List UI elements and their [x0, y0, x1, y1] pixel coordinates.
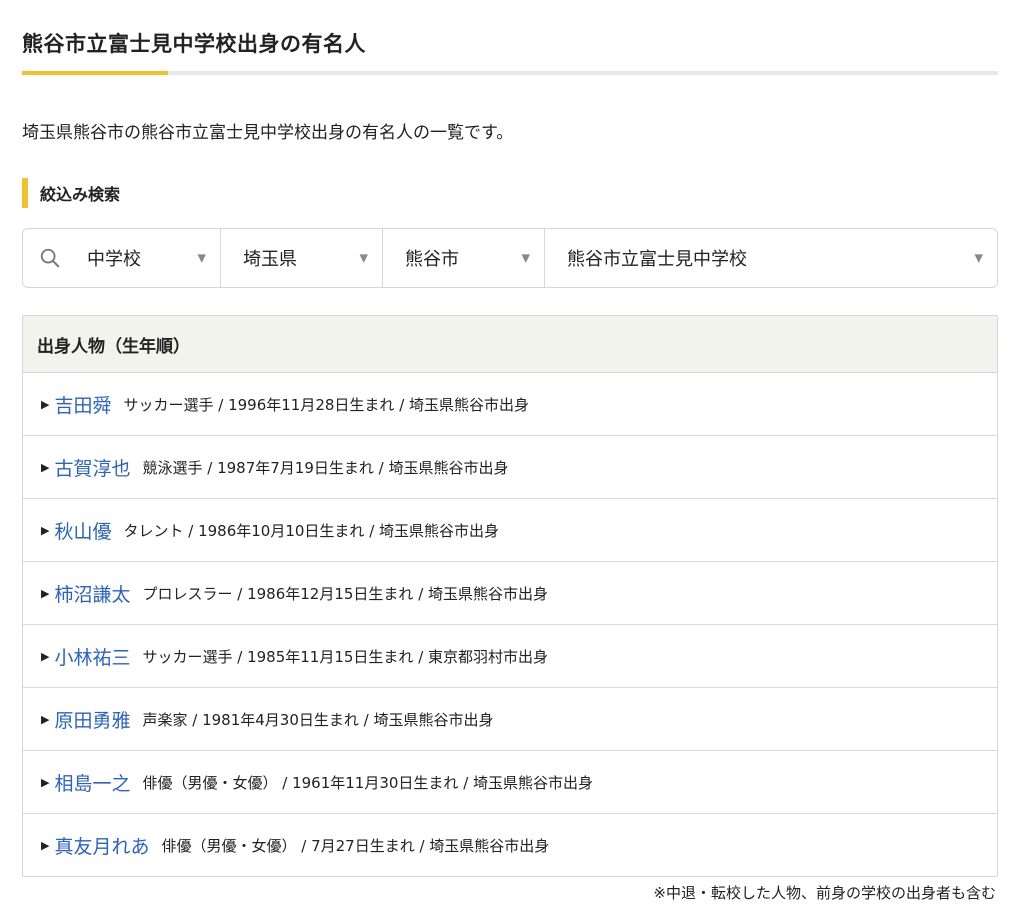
list-item: ▶ 相島一之 俳優（男優・女優） / 1961年11月30日生まれ / 埼玉県熊… [23, 751, 997, 814]
list-item: ▶ 吉田舜 サッカー選手 / 1996年11月28日生まれ / 埼玉県熊谷市出身 [23, 373, 997, 436]
person-info: サッカー選手 / 1985年11月15日生まれ / 東京都羽村市出身 [142, 647, 549, 666]
filter-section-title: 絞込み検索 [22, 178, 120, 208]
person-info: サッカー選手 / 1996年11月28日生まれ / 埼玉県熊谷市出身 [123, 395, 530, 414]
person-link[interactable]: 秋山優 [54, 517, 111, 544]
triangle-right-icon: ▶ [41, 712, 50, 726]
intro-text: 埼玉県熊谷市の熊谷市立富士見中学校出身の有名人の一覧です。 [22, 123, 514, 143]
list-item: ▶ 小林祐三 サッカー選手 / 1985年11月15日生まれ / 東京都羽村市出… [23, 625, 997, 688]
page: 熊谷市立富士見中学校出身の有名人 埼玉県熊谷市の熊谷市立富士見中学校出身の有名人… [0, 0, 1024, 908]
list-item: ▶ 秋山優 タレント / 1986年10月10日生まれ / 埼玉県熊谷市出身 [23, 499, 997, 562]
prefecture-select[interactable]: 埼玉県 ▼ [221, 229, 383, 287]
school-select[interactable]: 熊谷市立富士見中学校 ▼ [545, 229, 997, 287]
person-info: 競泳選手 / 1987年7月19日生まれ / 埼玉県熊谷市出身 [142, 458, 509, 477]
title-underline-accent [22, 71, 168, 75]
caret-down-icon: ▼ [359, 251, 368, 265]
title-underline [22, 71, 998, 75]
list-item: ▶ 古賀淳也 競泳選手 / 1987年7月19日生まれ / 埼玉県熊谷市出身 [23, 436, 997, 499]
footnote: ※中退・転校した人物、前身の学校の出身者も含む [653, 884, 996, 902]
list-item: ▶ 柿沼謙太 プロレスラー / 1986年12月15日生まれ / 埼玉県熊谷市出… [23, 562, 997, 625]
person-link[interactable]: 小林祐三 [54, 643, 130, 670]
caret-down-icon: ▼ [197, 251, 206, 265]
person-info: 声楽家 / 1981年4月30日生まれ / 埼玉県熊谷市出身 [142, 710, 494, 729]
school-type-select[interactable]: 中学校 ▼ [23, 229, 221, 287]
filter-bar: 中学校 ▼ 埼玉県 ▼ 熊谷市 ▼ 熊谷市立富士見中学校 ▼ [22, 228, 998, 288]
triangle-right-icon: ▶ [41, 397, 50, 411]
person-info: 俳優（男優・女優） / 7月27日生まれ / 埼玉県熊谷市出身 [161, 836, 550, 855]
city-select[interactable]: 熊谷市 ▼ [383, 229, 545, 287]
search-icon [40, 248, 60, 268]
city-value: 熊谷市 [405, 249, 459, 270]
filter-section-label: 絞込み検索 [40, 185, 121, 204]
triangle-right-icon: ▶ [41, 775, 50, 789]
alumni-list-header: 出身人物（生年順） [23, 316, 997, 373]
caret-down-icon: ▼ [521, 251, 530, 265]
person-info: タレント / 1986年10月10日生まれ / 埼玉県熊谷市出身 [123, 521, 500, 540]
section-marker [22, 178, 28, 208]
prefecture-value: 埼玉県 [243, 249, 297, 270]
person-link[interactable]: 相島一之 [54, 769, 130, 796]
person-link[interactable]: 原田勇雅 [54, 706, 130, 733]
triangle-right-icon: ▶ [41, 523, 50, 537]
person-info: 俳優（男優・女優） / 1961年11月30日生まれ / 埼玉県熊谷市出身 [142, 773, 594, 792]
triangle-right-icon: ▶ [41, 460, 50, 474]
person-link[interactable]: 真友月れあ [54, 832, 149, 859]
person-link[interactable]: 柿沼謙太 [54, 580, 130, 607]
list-item: ▶ 真友月れあ 俳優（男優・女優） / 7月27日生まれ / 埼玉県熊谷市出身 [23, 814, 997, 876]
caret-down-icon: ▼ [974, 251, 983, 265]
person-info: プロレスラー / 1986年12月15日生まれ / 埼玉県熊谷市出身 [142, 584, 549, 603]
person-link[interactable]: 古賀淳也 [54, 454, 130, 481]
triangle-right-icon: ▶ [41, 649, 50, 663]
page-title: 熊谷市立富士見中学校出身の有名人 [22, 32, 366, 56]
school-value: 熊谷市立富士見中学校 [567, 249, 747, 270]
triangle-right-icon: ▶ [41, 838, 50, 852]
list-item: ▶ 原田勇雅 声楽家 / 1981年4月30日生まれ / 埼玉県熊谷市出身 [23, 688, 997, 751]
triangle-right-icon: ▶ [41, 586, 50, 600]
school-type-value: 中学校 [87, 249, 141, 270]
alumni-list: 出身人物（生年順） ▶ 吉田舜 サッカー選手 / 1996年11月28日生まれ … [22, 315, 998, 877]
person-link[interactable]: 吉田舜 [54, 391, 111, 418]
